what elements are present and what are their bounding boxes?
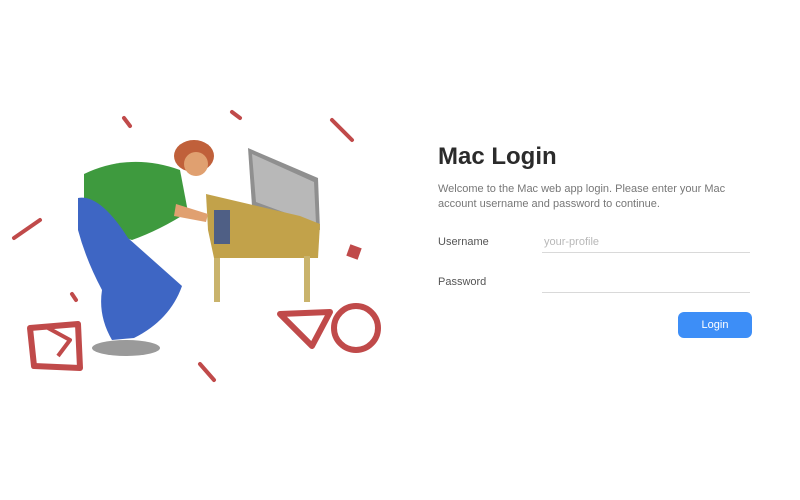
- login-description: Welcome to the Mac web app login. Please…: [438, 183, 726, 210]
- password-row: Password: [438, 270, 754, 294]
- login-title: Mac Login: [438, 143, 557, 170]
- password-input[interactable]: [542, 271, 750, 293]
- login-button[interactable]: Login: [678, 312, 752, 338]
- decorative-shapes: [27, 303, 381, 371]
- username-label: Username: [438, 236, 489, 248]
- username-input[interactable]: [542, 231, 750, 253]
- keyboard-icon: [214, 210, 230, 244]
- person-figure: [78, 140, 214, 356]
- button-row: Login: [438, 312, 754, 338]
- login-page: Mac Login Welcome to the Mac web app log…: [0, 0, 800, 500]
- password-label: Password: [438, 276, 487, 288]
- login-form: Mac Login Welcome to the Mac web app log…: [438, 140, 754, 338]
- shoe-icon: [92, 340, 160, 356]
- person-at-computer-illustration: [0, 90, 420, 400]
- confetti-square: [346, 244, 362, 260]
- username-row: Username: [438, 230, 754, 254]
